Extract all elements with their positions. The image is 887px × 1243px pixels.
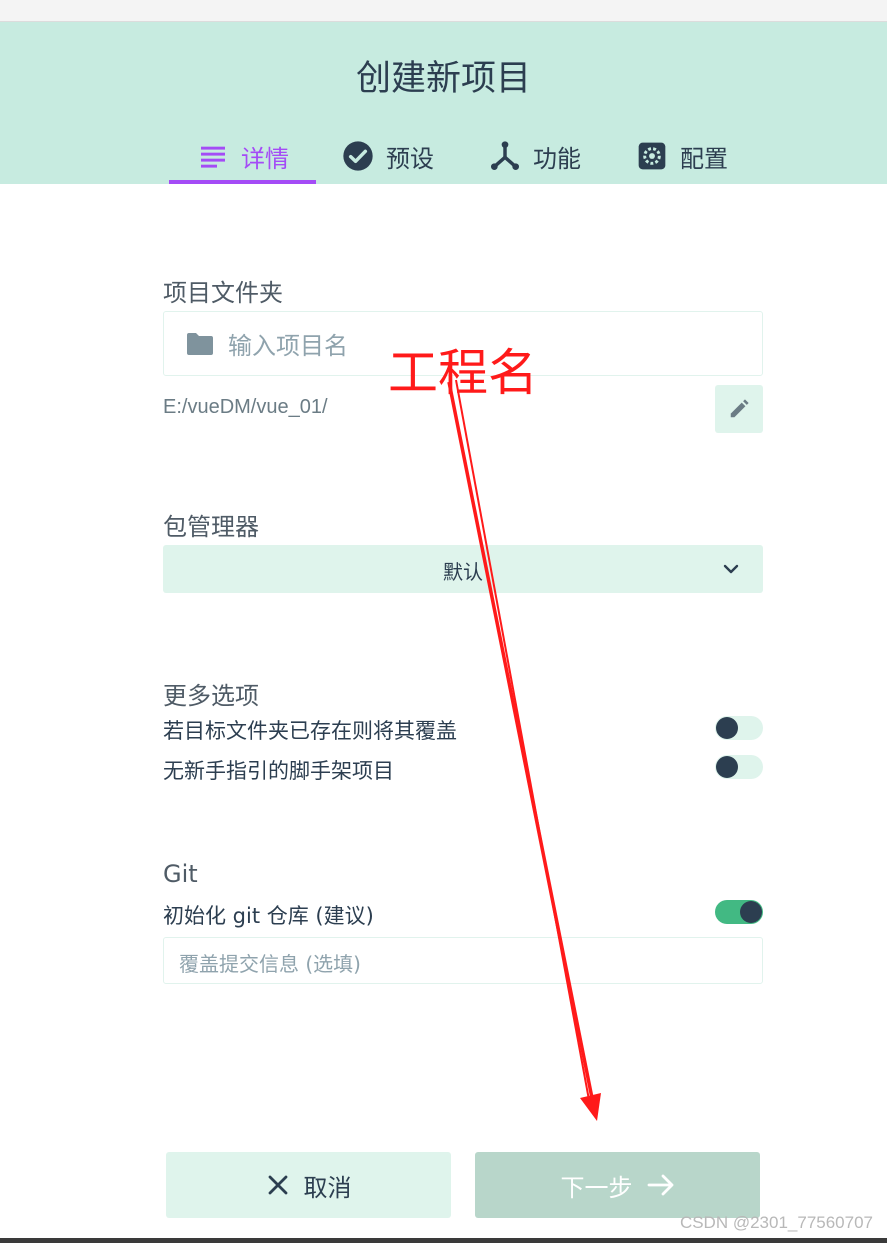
pencil-icon bbox=[730, 399, 749, 418]
folder-icon bbox=[187, 332, 213, 355]
tab-label: 详情 bbox=[241, 144, 289, 173]
page-header: 创建新项目 详情 预设 功能 配置 bbox=[0, 22, 887, 184]
tab-presets[interactable]: 预设 bbox=[342, 128, 434, 184]
active-tab-indicator bbox=[169, 180, 316, 184]
cancel-button[interactable]: 取消 bbox=[166, 1152, 451, 1218]
package-manager-label: 包管理器 bbox=[163, 513, 259, 541]
list-icon bbox=[201, 146, 225, 168]
fork-icon bbox=[491, 141, 519, 170]
browser-top-strip bbox=[0, 0, 887, 22]
project-name-placeholder: 输入项目名 bbox=[228, 332, 348, 360]
package-manager-value: 默认 bbox=[443, 560, 483, 584]
package-manager-select[interactable]: 默认 bbox=[163, 545, 763, 593]
chevron-down-icon bbox=[723, 564, 739, 574]
cancel-label: 取消 bbox=[303, 1173, 352, 1202]
edit-path-button[interactable] bbox=[715, 385, 763, 433]
tab-label: 配置 bbox=[680, 144, 728, 173]
more-options-label: 更多选项 bbox=[163, 682, 259, 710]
tab-label: 预设 bbox=[386, 144, 434, 173]
commit-message-input[interactable]: 覆盖提交信息 (选填) bbox=[163, 937, 763, 984]
toggle-knob bbox=[740, 901, 762, 923]
tab-details[interactable]: 详情 bbox=[197, 128, 289, 184]
check-circle-icon bbox=[343, 141, 373, 171]
git-init-label: 初始化 git 仓库 (建议) bbox=[163, 904, 374, 928]
arrow-right-icon bbox=[647, 1174, 673, 1196]
tab-label: 功能 bbox=[533, 144, 581, 173]
bottom-edge bbox=[0, 1238, 887, 1243]
git-init-toggle[interactable] bbox=[715, 900, 763, 924]
watermark: CSDN @2301_77560707 bbox=[679, 1213, 873, 1232]
annotation-label: 工程名 bbox=[388, 344, 538, 402]
toggle-knob bbox=[716, 756, 738, 778]
overwrite-option-label: 若目标文件夹已存在则将其覆盖 bbox=[163, 719, 457, 743]
tab-config[interactable]: 配置 bbox=[636, 128, 728, 184]
no-guide-toggle[interactable] bbox=[715, 755, 763, 779]
overwrite-toggle[interactable] bbox=[715, 716, 763, 740]
toggle-knob bbox=[716, 717, 738, 739]
project-path: E:/vueDM/vue_01/ bbox=[163, 396, 328, 418]
folder-section-label: 项目文件夹 bbox=[163, 279, 283, 307]
commit-message-placeholder: 覆盖提交信息 (选填) bbox=[179, 952, 361, 976]
gear-icon bbox=[638, 142, 666, 170]
close-icon bbox=[268, 1175, 287, 1195]
next-label: 下一步 bbox=[560, 1173, 633, 1202]
page-title: 创建新项目 bbox=[355, 59, 531, 99]
annotation-arrow bbox=[447, 379, 601, 1121]
no-guide-option-label: 无新手指引的脚手架项目 bbox=[163, 759, 394, 783]
git-section-label: Git bbox=[163, 860, 198, 888]
tab-features[interactable]: 功能 bbox=[489, 128, 581, 184]
next-button[interactable]: 下一步 bbox=[475, 1152, 760, 1218]
